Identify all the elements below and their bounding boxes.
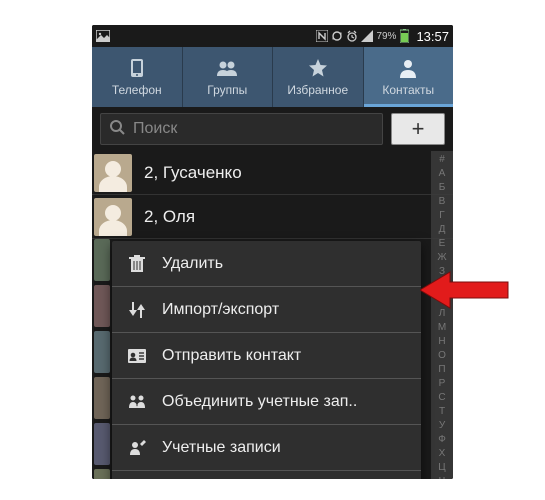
groups-icon — [215, 58, 239, 81]
search-row: Поиск + — [92, 107, 453, 151]
tab-bar: Телефон Группы Избранное Контакты — [92, 47, 453, 107]
annotation-arrow-icon — [420, 270, 510, 315]
menu-item-import-export[interactable]: Импорт/экспорт — [112, 287, 421, 333]
menu-item-label: Объединить учетные зап.. — [162, 393, 357, 411]
tab-groups-label: Группы — [207, 83, 247, 97]
accounts-icon — [126, 440, 148, 456]
menu-item-delete[interactable]: Удалить — [112, 241, 421, 287]
tab-groups[interactable]: Группы — [183, 47, 274, 107]
search-placeholder: Поиск — [133, 120, 177, 138]
tab-phone[interactable]: Телефон — [92, 47, 183, 107]
plus-icon: + — [412, 116, 425, 142]
phone-icon — [127, 58, 147, 81]
menu-item-label: Импорт/экспорт — [162, 301, 279, 319]
person-icon — [398, 58, 418, 81]
notification-picture-icon — [96, 30, 110, 42]
trash-icon — [126, 255, 148, 273]
tab-favorites-label: Избранное — [287, 83, 348, 97]
signal-icon — [361, 30, 373, 42]
avatar — [94, 198, 132, 236]
tab-contacts[interactable]: Контакты — [364, 47, 454, 107]
status-bar: 79% 13:57 — [92, 25, 453, 47]
tab-phone-label: Телефон — [112, 83, 162, 97]
search-input[interactable]: Поиск — [100, 113, 383, 145]
contact-name-label: 2, Гусаченко — [144, 163, 242, 183]
search-icon — [109, 119, 125, 140]
menu-item-speed-dial[interactable]: Быстрый набор — [112, 471, 421, 479]
tab-favorites[interactable]: Избранное — [273, 47, 364, 107]
menu-item-label: Учетные записи — [162, 439, 281, 457]
contacts-area: 2, Гусаченко 2, Оля #АБВГДЕЖЗИКЛМНОПРСТУ… — [92, 151, 453, 479]
contact-strip-bg — [94, 239, 110, 479]
import-export-icon — [126, 302, 148, 318]
menu-item-label: Удалить — [162, 255, 223, 273]
battery-percent-label: 79% — [376, 31, 396, 42]
merge-accounts-icon — [126, 394, 148, 410]
menu-item-label: Отправить контакт — [162, 347, 301, 365]
menu-item-merge-accounts[interactable]: Объединить учетные зап.. — [112, 379, 421, 425]
star-icon — [308, 58, 328, 81]
overflow-menu: Удалить Импорт/экспорт Отправить контакт… — [112, 241, 421, 479]
avatar — [94, 154, 132, 192]
contact-row[interactable]: 2, Оля — [92, 195, 453, 239]
contact-name-label: 2, Оля — [144, 207, 195, 227]
clock-label: 13:57 — [416, 29, 449, 44]
alarm-icon — [346, 30, 358, 42]
add-contact-button[interactable]: + — [391, 113, 445, 145]
menu-item-accounts[interactable]: Учетные записи — [112, 425, 421, 471]
phone-frame: 79% 13:57 Телефон Группы Избранное — [92, 25, 453, 479]
send-contact-icon — [126, 349, 148, 363]
nfc-icon — [316, 30, 328, 42]
contact-row[interactable]: 2, Гусаченко — [92, 151, 453, 195]
battery-icon — [400, 29, 409, 43]
tab-contacts-label: Контакты — [382, 83, 434, 97]
menu-item-send-contact[interactable]: Отправить контакт — [112, 333, 421, 379]
sync-icon — [331, 30, 343, 42]
alpha-index-bar[interactable]: #АБВГДЕЖЗИКЛМНОПРСТУФХЦЧ — [431, 151, 453, 479]
